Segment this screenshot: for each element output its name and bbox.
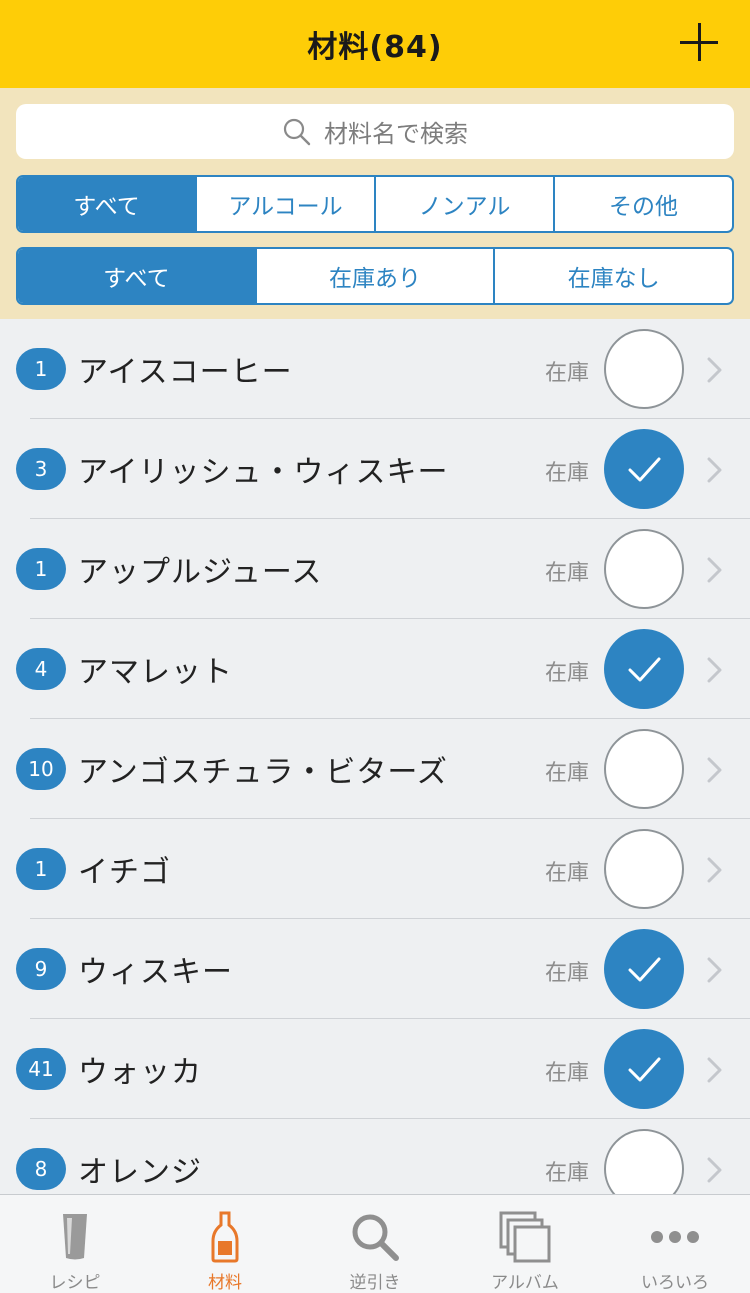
chevron-right-icon bbox=[705, 757, 725, 783]
stock-toggle[interactable] bbox=[604, 1029, 684, 1109]
add-button[interactable] bbox=[680, 22, 720, 62]
search-placeholder: 材料名で検索 bbox=[324, 120, 468, 148]
tab-reverse-search[interactable]: 逆引き bbox=[300, 1195, 450, 1293]
ingredient-row[interactable]: 4 アマレット 在庫 bbox=[0, 619, 750, 719]
stock-label: 在庫 bbox=[545, 861, 590, 886]
ingredient-name: アンゴスチュラ・ビターズ bbox=[78, 755, 448, 790]
stock-toggle[interactable] bbox=[604, 529, 684, 609]
stock-toggle[interactable] bbox=[604, 929, 684, 1009]
category-option-all[interactable]: すべて bbox=[18, 177, 195, 231]
ingredient-name: オレンジ bbox=[78, 1155, 202, 1190]
filter-area: 材料名で検索 すべて アルコール ノンアル その他 すべて 在庫あり 在庫なし bbox=[0, 88, 750, 319]
stock-label: 在庫 bbox=[545, 1161, 590, 1186]
tab-more[interactable]: いろいろ bbox=[600, 1195, 750, 1293]
recipe-count-badge: 10 bbox=[16, 748, 66, 790]
tab-album[interactable]: アルバム bbox=[450, 1195, 600, 1293]
tab-label: いろいろ bbox=[641, 1273, 709, 1293]
chevron-right-icon bbox=[705, 857, 725, 883]
checkmark-icon bbox=[628, 1057, 661, 1082]
stock-option-in-stock[interactable]: 在庫あり bbox=[254, 249, 494, 303]
stock-label: 在庫 bbox=[545, 761, 590, 786]
stock-toggle[interactable] bbox=[604, 829, 684, 909]
chevron-right-icon bbox=[705, 957, 725, 983]
tab-label: 材料 bbox=[208, 1273, 242, 1293]
more-icon bbox=[651, 1230, 699, 1243]
ingredient-name: アマレット bbox=[78, 655, 233, 690]
stock-toggle[interactable] bbox=[604, 329, 684, 409]
chevron-right-icon bbox=[705, 1157, 725, 1183]
stock-toggle[interactable] bbox=[604, 429, 684, 509]
checkmark-icon bbox=[628, 957, 661, 982]
tab-bar: レシピ 材料 逆引き アルバム いろいろ bbox=[0, 1194, 750, 1293]
stock-option-all[interactable]: すべて bbox=[18, 249, 255, 303]
ingredient-row[interactable]: 41 ウォッカ 在庫 bbox=[0, 1019, 750, 1119]
ingredient-row[interactable]: 1 イチゴ 在庫 bbox=[0, 819, 750, 919]
page-title: 材料(84) bbox=[307, 30, 443, 65]
chevron-right-icon bbox=[705, 457, 725, 483]
album-icon bbox=[499, 1211, 551, 1262]
stock-label: 在庫 bbox=[545, 661, 590, 686]
chevron-right-icon bbox=[705, 557, 725, 583]
recipe-count-badge: 8 bbox=[16, 1148, 66, 1190]
chevron-right-icon bbox=[705, 657, 725, 683]
stock-label: 在庫 bbox=[545, 1061, 590, 1086]
ingredient-name: ウィスキー bbox=[78, 955, 233, 990]
search-icon bbox=[352, 1214, 399, 1261]
chevron-right-icon bbox=[705, 1057, 725, 1083]
stock-option-out-of-stock[interactable]: 在庫なし bbox=[493, 249, 732, 303]
recipe-count-badge: 1 bbox=[16, 848, 66, 890]
tab-label: アルバム bbox=[491, 1273, 559, 1293]
category-option-non-alcohol[interactable]: ノンアル bbox=[374, 177, 553, 231]
stock-segmented-control: すべて 在庫あり 在庫なし bbox=[16, 247, 734, 305]
tab-label: 逆引き bbox=[349, 1273, 401, 1293]
stock-label: 在庫 bbox=[545, 961, 590, 986]
recipe-count-badge: 41 bbox=[16, 1048, 66, 1090]
category-option-other[interactable]: その他 bbox=[553, 177, 732, 231]
search-icon bbox=[283, 118, 311, 145]
tab-ingredients[interactable]: 材料 bbox=[150, 1195, 300, 1293]
checkmark-icon bbox=[628, 457, 661, 482]
recipe-count-badge: 3 bbox=[16, 448, 66, 490]
ingredient-row[interactable]: 8 オレンジ 在庫 bbox=[0, 1119, 750, 1194]
stock-toggle[interactable] bbox=[604, 1129, 684, 1194]
ingredient-row[interactable]: 9 ウィスキー 在庫 bbox=[0, 919, 750, 1019]
bottle-icon bbox=[211, 1211, 239, 1262]
category-option-alcohol[interactable]: アルコール bbox=[195, 177, 374, 231]
tab-recipe[interactable]: レシピ bbox=[0, 1195, 150, 1293]
ingredient-name: イチゴ bbox=[78, 855, 171, 890]
checkmark-icon bbox=[628, 657, 661, 682]
stock-label: 在庫 bbox=[545, 461, 590, 486]
ingredient-row[interactable]: 1 アイスコーヒー 在庫 bbox=[0, 319, 750, 419]
ingredient-name: ウォッカ bbox=[78, 1055, 202, 1090]
stock-toggle[interactable] bbox=[604, 629, 684, 709]
recipe-count-badge: 1 bbox=[16, 548, 66, 590]
chevron-right-icon bbox=[705, 357, 725, 383]
ingredient-row[interactable]: 1 アップルジュース 在庫 bbox=[0, 519, 750, 619]
tab-label: レシピ bbox=[49, 1273, 101, 1293]
recipe-count-badge: 9 bbox=[16, 948, 66, 990]
ingredient-row[interactable]: 10 アンゴスチュラ・ビターズ 在庫 bbox=[0, 719, 750, 819]
ingredient-list: 1 アイスコーヒー 在庫 3 アイリッシュ・ウィスキー 在庫 1 アップルジュース 在庫 4 アマレ… bbox=[0, 319, 750, 1194]
ingredient-name: アイスコーヒー bbox=[78, 355, 293, 390]
ingredient-name: アイリッシュ・ウィスキー bbox=[78, 455, 449, 490]
recipe-count-badge: 4 bbox=[16, 648, 66, 690]
search-input[interactable]: 材料名で検索 bbox=[16, 104, 734, 159]
stock-label: 在庫 bbox=[545, 561, 590, 586]
glass-icon bbox=[63, 1213, 87, 1259]
category-segmented-control: すべて アルコール ノンアル その他 bbox=[16, 175, 734, 233]
stock-toggle[interactable] bbox=[604, 729, 684, 809]
recipe-count-badge: 1 bbox=[16, 348, 66, 390]
navigation-bar: 材料(84) bbox=[0, 0, 750, 88]
ingredient-name: アップルジュース bbox=[78, 555, 323, 590]
stock-label: 在庫 bbox=[545, 361, 590, 386]
ingredient-row[interactable]: 3 アイリッシュ・ウィスキー 在庫 bbox=[0, 419, 750, 519]
